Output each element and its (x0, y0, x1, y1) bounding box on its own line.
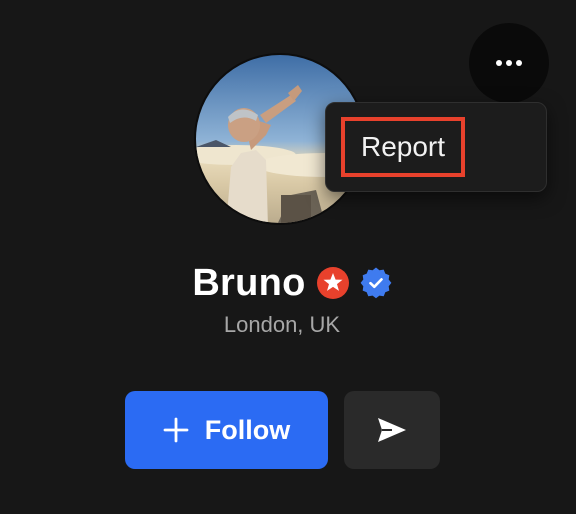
send-icon (378, 418, 406, 442)
options-dropdown: Report (325, 102, 547, 192)
send-message-button[interactable] (344, 391, 440, 469)
follow-button[interactable]: Follow (125, 391, 328, 469)
profile-name: Bruno (192, 261, 306, 304)
menu-item-report[interactable]: Report (341, 117, 465, 177)
profile-screen: Report Bruno London, UK Follow (0, 0, 576, 514)
star-badge-icon (316, 267, 349, 299)
more-horizontal-icon (496, 60, 522, 66)
profile-location: London, UK (223, 312, 341, 337)
verified-badge-icon (360, 267, 392, 299)
plus-icon (163, 417, 189, 443)
follow-label: Follow (204, 414, 291, 445)
more-options-button[interactable] (469, 23, 549, 103)
name-row: Bruno (0, 258, 576, 308)
